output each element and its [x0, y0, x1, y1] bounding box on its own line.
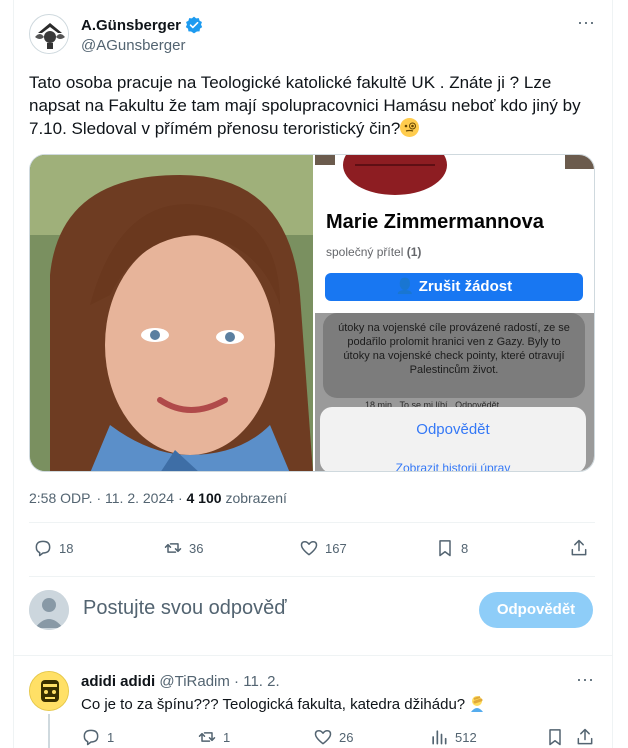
reply-header: adidi adidi @TiRadim · 11. 2.	[81, 673, 280, 690]
reply-repost-count: 1	[223, 729, 231, 745]
reply-display-name[interactable]: adidi adidi	[81, 673, 155, 690]
reply-separator: ·	[234, 673, 240, 690]
comment-text: útoky na vojenské cíle provázené radostí…	[338, 322, 570, 376]
person-icon: 👤	[395, 278, 415, 295]
tweet-text: Tato osoba pracuje na Teologické katolic…	[29, 71, 599, 140]
current-user-avatar[interactable]	[29, 590, 69, 630]
reply-reply-action[interactable]: 1	[81, 727, 114, 747]
portrait-photo[interactable]	[30, 155, 313, 471]
reply-share-action[interactable]	[575, 727, 595, 747]
reply-action-bar: 1 1 26 512	[81, 727, 595, 747]
author-name-row: A.Günsberger	[81, 16, 203, 34]
reply-icon	[83, 729, 99, 746]
heart-icon	[300, 541, 318, 556]
bookmark-icon	[439, 540, 451, 557]
reply-views-count: 512	[455, 729, 477, 745]
tweet-date[interactable]: 11. 2. 2024	[105, 490, 174, 506]
cancel-request-label: Zrušit žádost	[418, 278, 513, 295]
reply-more-options-icon[interactable]: ···	[576, 670, 594, 688]
reply-reply-count: 1	[107, 729, 115, 745]
reply-body: Co je to za špínu??? Teologická fakulta,…	[81, 696, 466, 713]
default-user-icon	[29, 590, 69, 630]
bookmark-icon	[549, 729, 561, 746]
like-count: 167	[325, 540, 347, 556]
reply-icon	[35, 540, 51, 557]
tweet-meta: 2:58 ODP. · 11. 2. 2024 · 4 100 zobrazen…	[29, 490, 287, 506]
verified-badge-icon	[185, 16, 203, 34]
cancel-request-button: 👤 Zrušit žádost	[325, 273, 583, 301]
reply-bookmark-action[interactable]	[545, 727, 565, 747]
author-emblem-icon	[31, 16, 68, 53]
reply-repost-action[interactable]: 1	[197, 727, 230, 747]
tweet-time[interactable]: 2:58 ODP.	[29, 490, 93, 506]
facebook-screenshot[interactable]: Marie Zimmermannova společný přítel (1) …	[315, 155, 594, 472]
repost-action[interactable]: 36	[163, 538, 203, 558]
reply-views-action[interactable]: 512	[429, 727, 477, 747]
woman-portrait-image	[30, 155, 313, 471]
share-icon	[571, 539, 587, 556]
author-handle[interactable]: @AGunsberger	[81, 37, 185, 54]
sheet-reply-action: Odpovědět	[416, 421, 490, 438]
mutual-label: společný přítel	[326, 245, 404, 259]
reply-like-action[interactable]: 26	[313, 727, 353, 747]
divider-2	[29, 576, 595, 577]
bookmark-count: 8	[461, 540, 469, 556]
reply-author-avatar[interactable]	[29, 671, 69, 711]
tweet-action-bar: 18 36 167 8	[29, 538, 595, 560]
face-with-monocle-icon	[400, 118, 420, 137]
author-display-name[interactable]: A.Günsberger	[81, 17, 181, 34]
reply-date[interactable]: 11. 2.	[243, 673, 279, 690]
repost-count: 36	[189, 540, 204, 556]
reply-count: 18	[59, 540, 74, 556]
yellow-mascot-icon	[30, 672, 68, 710]
divider	[29, 522, 595, 523]
mutual-friends: společný přítel (1)	[326, 245, 421, 259]
heart-icon	[314, 730, 332, 745]
person-facepalming-icon	[469, 696, 485, 713]
author-avatar[interactable]	[29, 14, 69, 54]
repost-icon	[164, 543, 182, 553]
reply-submit-button[interactable]: Odpovědět	[479, 592, 593, 628]
tweet-body: Tato osoba pracuje na Teologické katolic…	[29, 73, 581, 138]
views-count: 4 100	[186, 490, 222, 506]
thread-line	[48, 714, 50, 748]
like-action[interactable]: 167	[299, 538, 347, 558]
profile-name: Marie Zimmermannova	[326, 211, 544, 233]
thread-separator	[14, 655, 612, 656]
repost-icon	[198, 732, 216, 742]
meta-separator: ·	[96, 490, 102, 506]
sheet-history-action: Zobrazit historii úprav	[395, 461, 511, 472]
share-action[interactable]	[569, 538, 589, 558]
more-options-icon[interactable]: ···	[576, 13, 596, 36]
reply-input[interactable]: Postujte svou odpověď	[83, 597, 287, 620]
action-sheet: Odpovědět Zobrazit historii úprav	[320, 407, 586, 472]
tweet-media[interactable]: Marie Zimmermannova společný přítel (1) …	[29, 154, 595, 472]
comment-bubble: útoky na vojenské cíle provázené radostí…	[323, 313, 585, 398]
reply-handle[interactable]: @TiRadim	[159, 673, 230, 690]
reply-action[interactable]: 18	[33, 538, 73, 558]
reply-text: Co je to za špínu??? Teologická fakulta,…	[81, 695, 485, 713]
share-icon	[577, 728, 593, 745]
reply-like-count: 26	[339, 729, 354, 745]
views-chart-icon	[432, 730, 447, 745]
bookmark-action[interactable]: 8	[435, 538, 468, 558]
profile-cover-icon	[315, 155, 594, 195]
meta-separator-2: ·	[177, 490, 183, 506]
mutual-count: (1)	[406, 245, 422, 259]
views-label: zobrazení	[225, 490, 287, 506]
